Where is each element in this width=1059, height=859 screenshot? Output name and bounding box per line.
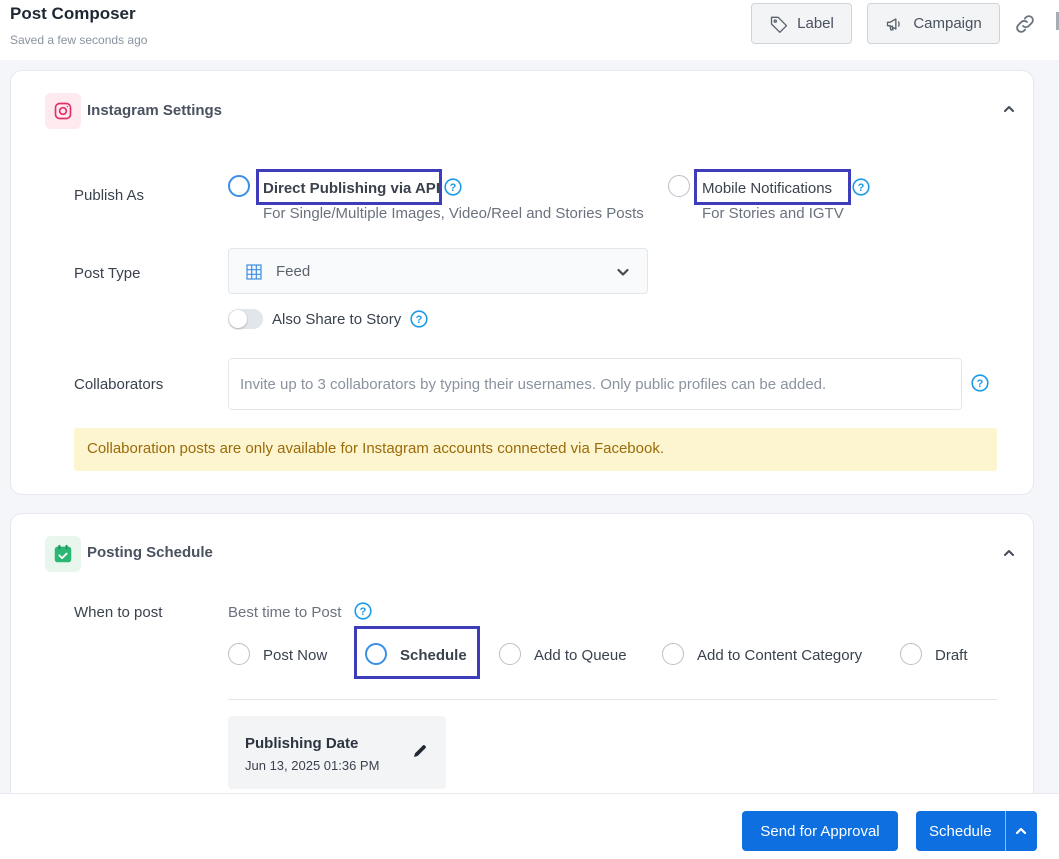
tag-icon (770, 16, 788, 33)
instagram-settings-card: Instagram Settings Publish As Direct Pub… (10, 70, 1034, 495)
chevron-down-icon (617, 268, 629, 276)
posting-schedule-title: Posting Schedule (87, 544, 213, 561)
svg-text:?: ? (977, 378, 984, 390)
schedule-divider (228, 699, 997, 700)
add-to-queue-label[interactable]: Add to Queue (534, 647, 627, 664)
schedule-button-divider (1005, 811, 1006, 851)
campaign-button[interactable]: Campaign (867, 3, 1000, 44)
add-to-content-category-label[interactable]: Add to Content Category (697, 647, 862, 664)
svg-text:?: ? (450, 182, 457, 194)
when-to-post-label: When to post (74, 604, 163, 621)
send-for-approval-button[interactable]: Send for Approval (742, 811, 898, 851)
instagram-icon (45, 93, 81, 129)
add-to-queue-radio[interactable] (499, 643, 521, 665)
draft-radio[interactable] (900, 643, 922, 665)
posting-schedule-card: Posting Schedule When to post Best time … (10, 513, 1034, 833)
mobile-notifications-radio[interactable] (668, 175, 690, 197)
calendar-check-icon (45, 536, 81, 572)
mobile-notifications-subtitle: For Stories and IGTV (702, 205, 844, 222)
schedule-button[interactable]: Schedule (916, 811, 1037, 851)
save-status: Saved a few seconds ago (10, 33, 148, 47)
best-time-label: Best time to Post (228, 604, 342, 621)
page-title: Post Composer (10, 4, 136, 23)
svg-text:?: ? (858, 182, 865, 194)
link-icon[interactable] (1013, 12, 1037, 36)
collaborators-input[interactable] (228, 358, 962, 410)
share-to-story-help-icon[interactable]: ? (410, 310, 428, 328)
direct-publishing-radio[interactable] (228, 175, 250, 197)
publish-as-label: Publish As (74, 187, 145, 204)
publishing-date-title: Publishing Date (245, 735, 359, 752)
direct-publishing-help-icon[interactable]: ? (444, 178, 462, 196)
post-type-value: Feed (276, 263, 311, 280)
collapse-chevron-up-icon[interactable] (1001, 545, 1017, 561)
schedule-label[interactable]: Schedule (400, 647, 467, 664)
post-type-select[interactable]: Feed (228, 248, 648, 294)
collaborators-label: Collaborators (74, 376, 164, 393)
add-to-content-category-radio[interactable] (662, 643, 684, 665)
instagram-settings-title: Instagram Settings (87, 102, 223, 119)
mobile-notifications-help-icon[interactable]: ? (852, 178, 870, 196)
share-to-story-label: Also Share to Story (272, 311, 402, 328)
post-type-label: Post Type (74, 265, 141, 282)
footer-bar: Send for Approval Schedule (0, 793, 1059, 859)
direct-publishing-label[interactable]: Direct Publishing via API (263, 180, 440, 197)
label-button-text: Label (797, 15, 834, 32)
svg-text:?: ? (360, 606, 367, 618)
post-now-label[interactable]: Post Now (263, 647, 327, 664)
campaign-button-text: Campaign (913, 15, 982, 32)
chevron-up-icon[interactable] (1013, 823, 1029, 839)
top-header: Post Composer Saved a few seconds ago La… (0, 0, 1059, 60)
label-button[interactable]: Label (751, 3, 852, 44)
share-to-story-toggle[interactable] (228, 309, 263, 329)
grid-icon (246, 264, 262, 280)
direct-publishing-subtitle: For Single/Multiple Images, Video/Reel a… (263, 205, 644, 222)
pencil-icon[interactable] (412, 743, 428, 759)
schedule-button-text: Schedule (929, 822, 992, 840)
post-now-radio[interactable] (228, 643, 250, 665)
schedule-radio[interactable] (365, 643, 387, 665)
megaphone-icon (887, 17, 901, 31)
draft-label[interactable]: Draft (935, 647, 968, 664)
svg-text:?: ? (416, 314, 423, 326)
mobile-notifications-label[interactable]: Mobile Notifications (702, 180, 832, 197)
publishing-date-card[interactable]: Publishing Date Jun 13, 2025 01:36 PM (228, 716, 446, 789)
best-time-help-icon[interactable]: ? (354, 602, 372, 620)
publishing-date-value: Jun 13, 2025 01:36 PM (245, 758, 380, 773)
collaborators-help-icon[interactable]: ? (971, 374, 989, 392)
collapse-chevron-up-icon[interactable] (1001, 101, 1017, 117)
collaboration-notice: Collaboration posts are only available f… (74, 428, 997, 471)
